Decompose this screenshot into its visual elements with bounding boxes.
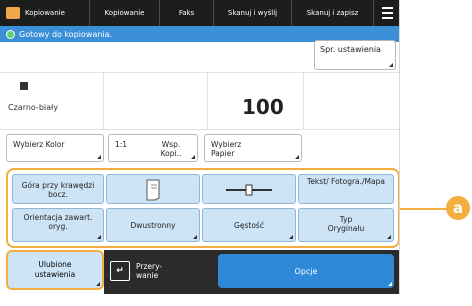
- color-mode-label: Czarno-biały: [8, 103, 59, 112]
- highlighted-settings-group: Góra przy krawędzi bocz. Tekst/ Fotogra.…: [6, 168, 399, 248]
- status-text: Gotowy do kopiowania.: [19, 29, 113, 39]
- duplex-icon: [146, 179, 160, 201]
- density-icon-tile[interactable]: [202, 174, 296, 204]
- top-edge-button[interactable]: Góra przy krawędzi bocz.: [12, 174, 104, 204]
- density-label: Gęstość: [234, 221, 264, 230]
- copy-icon: [6, 7, 20, 19]
- duplex-icon-tile[interactable]: [106, 174, 200, 204]
- tab-scan-store[interactable]: Skanuj i zapisz: [292, 0, 374, 26]
- color-mode-cell: Czarno-biały: [0, 73, 104, 131]
- callout-line: [400, 208, 448, 210]
- corner-arrow-icon: [389, 63, 393, 67]
- interrupt-icon: ↵: [110, 261, 130, 281]
- copies-cell: 1: [304, 73, 399, 131]
- original-type-button[interactable]: Typ Oryginału: [298, 208, 394, 242]
- paper-cell: ■▥▭ A4: [208, 73, 304, 131]
- corner-arrow-icon: [388, 282, 392, 286]
- options-label: Opcje: [294, 266, 318, 276]
- check-settings-button[interactable]: Spr. ustawienia: [314, 40, 396, 70]
- tab-home[interactable]: Kopiowanie: [0, 0, 90, 26]
- select-color-label: Wybierz Kolor: [13, 140, 65, 149]
- original-type-label: Typ Oryginału: [327, 215, 365, 233]
- select-color-button[interactable]: Wybierz Kolor: [6, 134, 104, 162]
- select-paper-label: Wybierz Papier: [211, 140, 242, 158]
- interrupt-button[interactable]: ↵ Przery- wanie: [110, 254, 206, 288]
- tab-scan-send[interactable]: Skanuj i wyślij: [214, 0, 292, 26]
- tab-fax[interactable]: Faks: [160, 0, 214, 26]
- orientation-label: Orientacja zawart. oryg.: [23, 213, 93, 231]
- corner-arrow-icon: [289, 235, 293, 239]
- tab-label: Kopiowanie: [25, 9, 65, 17]
- callout-badge: a: [446, 196, 470, 220]
- bottom-bar: ↵ Przery- wanie Opcje: [104, 250, 399, 294]
- info-line: Czarno-biały 100 % ■▥▭ A4 1: [0, 72, 399, 141]
- original-type-top-button[interactable]: Tekst/ Fotogra./Mapa: [298, 174, 394, 204]
- tab-label: Faks: [178, 9, 195, 17]
- top-edge-label: Góra przy krawędzi bocz.: [21, 181, 95, 199]
- corner-arrow-icon: [295, 155, 299, 159]
- copy-screen: Kopiowanie Kopiowanie Faks Skanuj i wyśl…: [0, 0, 400, 294]
- original-type-top-label: Tekst/ Fotogra./Mapa: [307, 177, 385, 186]
- original-orientation-button[interactable]: Orientacja zawart. oryg.: [12, 208, 104, 242]
- tab-label: Skanuj i zapisz: [306, 9, 359, 17]
- ratio-cell: 100 %: [104, 73, 284, 141]
- favorite-settings-button[interactable]: Ulubione ustawienia: [6, 250, 104, 290]
- favorite-settings-label: Ulubione ustawienia: [34, 260, 76, 279]
- ratio-label-2: Wsp. Kopi..: [160, 140, 182, 158]
- corner-arrow-icon: [96, 282, 100, 286]
- corner-arrow-icon: [191, 155, 195, 159]
- corner-arrow-icon: [387, 235, 391, 239]
- duplex-label: Dwustronny: [130, 221, 176, 230]
- tab-label: Skanuj i wyślij: [227, 9, 278, 17]
- menu-icon[interactable]: [374, 0, 399, 26]
- copy-ratio-button[interactable]: 1:1 Wsp. Kopi..: [108, 134, 198, 162]
- tab-copy[interactable]: Kopiowanie: [90, 0, 160, 26]
- tab-label: Kopiowanie: [104, 9, 145, 17]
- black-white-icon: [20, 82, 28, 90]
- corner-arrow-icon: [193, 235, 197, 239]
- density-button[interactable]: Gęstość: [202, 208, 296, 242]
- settings-row: Wybierz Kolor 1:1 Wsp. Kopi.. Wybierz Pa…: [0, 130, 399, 166]
- duplex-button[interactable]: Dwustronny: [106, 208, 200, 242]
- corner-arrow-icon: [97, 235, 101, 239]
- check-settings-label: Spr. ustawienia: [320, 45, 381, 54]
- top-bar: Kopiowanie Kopiowanie Faks Skanuj i wyśl…: [0, 0, 399, 26]
- select-paper-button[interactable]: Wybierz Papier: [204, 134, 302, 162]
- corner-arrow-icon: [97, 155, 101, 159]
- status-ok-icon: [6, 29, 15, 39]
- interrupt-label: Przery- wanie: [136, 262, 163, 280]
- options-button[interactable]: Opcje: [218, 254, 394, 288]
- ratio-label: 1:1: [115, 140, 128, 149]
- density-slider-icon: [226, 184, 272, 196]
- status-area: Gotowy do kopiowania. Spr. ustawienia: [0, 26, 399, 72]
